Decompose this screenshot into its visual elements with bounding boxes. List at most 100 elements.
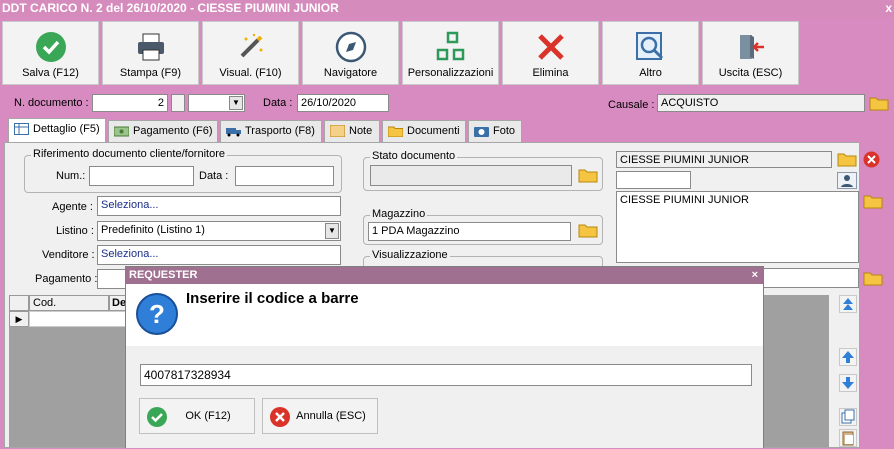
causale-input[interactable]: ACQUISTO xyxy=(657,94,865,112)
move-down-icon[interactable] xyxy=(839,374,857,392)
tab-dettaglio-label: Dettaglio (F5) xyxy=(33,123,100,135)
svg-text:?: ? xyxy=(149,299,165,329)
requester-dialog: REQUESTER × ? Inserire il codice a barre… xyxy=(125,266,764,448)
cancel-x-icon xyxy=(270,407,290,427)
date-input[interactable]: 26/10/2020 xyxy=(297,94,389,112)
navigator-button-label: Navigatore xyxy=(323,67,378,79)
cancel-button-label: Annulla (ESC) xyxy=(296,410,366,422)
ndoc-suffix-input[interactable] xyxy=(171,94,185,112)
save-button-label: Salva (F12) xyxy=(22,67,79,79)
listino-select[interactable]: Predefinito (Listino 1) ▼ xyxy=(97,221,341,241)
ndoc-series-select[interactable]: ▼ xyxy=(188,94,245,112)
rif-group: Riferimento documento cliente/fornitore … xyxy=(24,148,342,193)
tab-trasporto-label: Trasporto (F8) xyxy=(245,125,315,137)
exit-button[interactable]: Uscita (ESC) xyxy=(702,21,799,85)
folder-icon[interactable] xyxy=(578,167,598,183)
money-icon xyxy=(114,126,129,137)
folder-icon[interactable] xyxy=(863,270,883,286)
magic-wand-icon xyxy=(240,33,262,58)
delete-x-icon xyxy=(537,34,564,60)
table-row[interactable] xyxy=(29,311,129,327)
dialog-title: REQUESTER xyxy=(129,269,198,281)
cancel-button[interactable]: Annulla (ESC) xyxy=(262,398,378,434)
rif-data-label: Data : xyxy=(199,170,229,182)
barcode-input[interactable]: 4007817328934 xyxy=(140,364,752,386)
save-button[interactable]: Salva (F12) xyxy=(2,21,99,85)
venditore-select[interactable]: Seleziona... xyxy=(97,245,341,265)
pagamento-label: Pagamento : xyxy=(35,273,98,285)
printer-icon xyxy=(137,33,164,61)
customizations-button[interactable]: Personalizzazioni xyxy=(402,21,499,85)
delete-button[interactable]: Elimina xyxy=(502,21,599,85)
chevron-down-icon[interactable]: ▼ xyxy=(325,223,339,239)
cliente-address-input[interactable]: CIESSE PIUMINI JUNIOR xyxy=(616,191,859,263)
folder-icon[interactable] xyxy=(863,193,883,209)
ok-button[interactable]: OK (F12) xyxy=(139,398,255,434)
magazzino-input[interactable]: 1 PDA Magazzino xyxy=(368,222,571,241)
window-titlebar: DDT CARICO N. 2 del 26/10/2020 - CIESSE … xyxy=(0,0,894,18)
listino-value: Predefinito (Listino 1) xyxy=(101,224,205,236)
ndoc-input[interactable]: 2 xyxy=(92,94,168,112)
grid-header-cod[interactable]: Cod. xyxy=(29,295,109,311)
cliente-name-input[interactable]: CIESSE PIUMINI JUNIOR xyxy=(616,151,832,168)
stato-group: Stato documento xyxy=(363,150,603,191)
dialog-close-button[interactable]: × xyxy=(752,267,758,284)
truck-icon xyxy=(226,128,241,137)
contact-card-icon[interactable] xyxy=(837,172,857,189)
print-button[interactable]: Stampa (F9) xyxy=(102,21,199,85)
customizations-button-label: Personalizzazioni xyxy=(407,67,494,79)
folder-docs-icon xyxy=(388,126,403,137)
tab-note-label: Note xyxy=(349,125,373,137)
check-icon xyxy=(147,407,167,427)
camera-icon xyxy=(474,127,489,137)
row-selector-icon[interactable]: ▶ xyxy=(9,311,29,327)
tab-documenti-label: Documenti xyxy=(407,125,460,137)
pagamento-select[interactable] xyxy=(97,269,127,289)
toolbar: Salva (F12) Stampa (F9) Visual. (F10) Na… xyxy=(0,18,894,88)
remove-icon[interactable] xyxy=(863,151,880,168)
stato-group-label: Stato documento xyxy=(370,150,458,162)
copy-icon[interactable] xyxy=(839,408,857,426)
navigator-button[interactable]: Navigatore xyxy=(302,21,399,85)
more-button[interactable]: Altro xyxy=(602,21,699,85)
exit-button-label: Uscita (ESC) xyxy=(718,67,783,79)
chevron-down-icon[interactable]: ▼ xyxy=(229,96,243,110)
magazzino-group-label: Magazzino xyxy=(370,208,428,220)
delete-button-label: Elimina xyxy=(532,67,569,79)
paste-icon[interactable] xyxy=(839,429,857,447)
grid-icon xyxy=(436,31,464,61)
compass-icon xyxy=(335,31,366,63)
move-up-icon[interactable] xyxy=(839,348,857,366)
agente-label: Agente : xyxy=(52,201,93,213)
tab-foto[interactable]: Foto xyxy=(468,120,522,142)
tab-pagamento[interactable]: Pagamento (F6) xyxy=(108,120,218,142)
venditore-label: Venditore : xyxy=(42,249,95,261)
tab-dettaglio[interactable]: Dettaglio (F5) xyxy=(8,118,106,142)
dialog-header: ? Inserire il codice a barre xyxy=(126,284,763,346)
num-label: Num.: xyxy=(56,170,86,182)
question-icon: ? xyxy=(136,293,178,335)
move-top-icon[interactable] xyxy=(839,295,857,313)
stato-input[interactable] xyxy=(370,165,572,186)
folder-icon[interactable] xyxy=(837,151,857,167)
rif-date-input[interactable] xyxy=(235,166,334,186)
agente-select[interactable]: Seleziona... xyxy=(97,196,341,216)
causale-label: Causale : xyxy=(608,99,655,111)
preview-button[interactable]: Visual. (F10) xyxy=(202,21,299,85)
window-close-button[interactable]: x xyxy=(885,0,892,17)
cliente-code-input[interactable] xyxy=(616,171,691,189)
rif-group-label: Riferimento documento cliente/fornitore xyxy=(31,148,227,160)
tab-note[interactable]: Note xyxy=(324,120,380,142)
exit-door-icon xyxy=(739,35,764,59)
num-input[interactable] xyxy=(89,166,194,186)
date-label: Data : xyxy=(263,97,293,109)
table-icon xyxy=(14,123,29,135)
tab-documenti[interactable]: Documenti xyxy=(382,120,466,142)
tab-trasporto[interactable]: Trasporto (F8) xyxy=(220,120,322,142)
magnifier-icon xyxy=(635,32,663,60)
folder-icon[interactable] xyxy=(578,222,598,238)
check-icon xyxy=(35,32,66,62)
tab-foto-label: Foto xyxy=(493,125,516,137)
magazzino-group: Magazzino 1 PDA Magazzino xyxy=(363,208,603,245)
folder-icon[interactable] xyxy=(869,95,889,111)
